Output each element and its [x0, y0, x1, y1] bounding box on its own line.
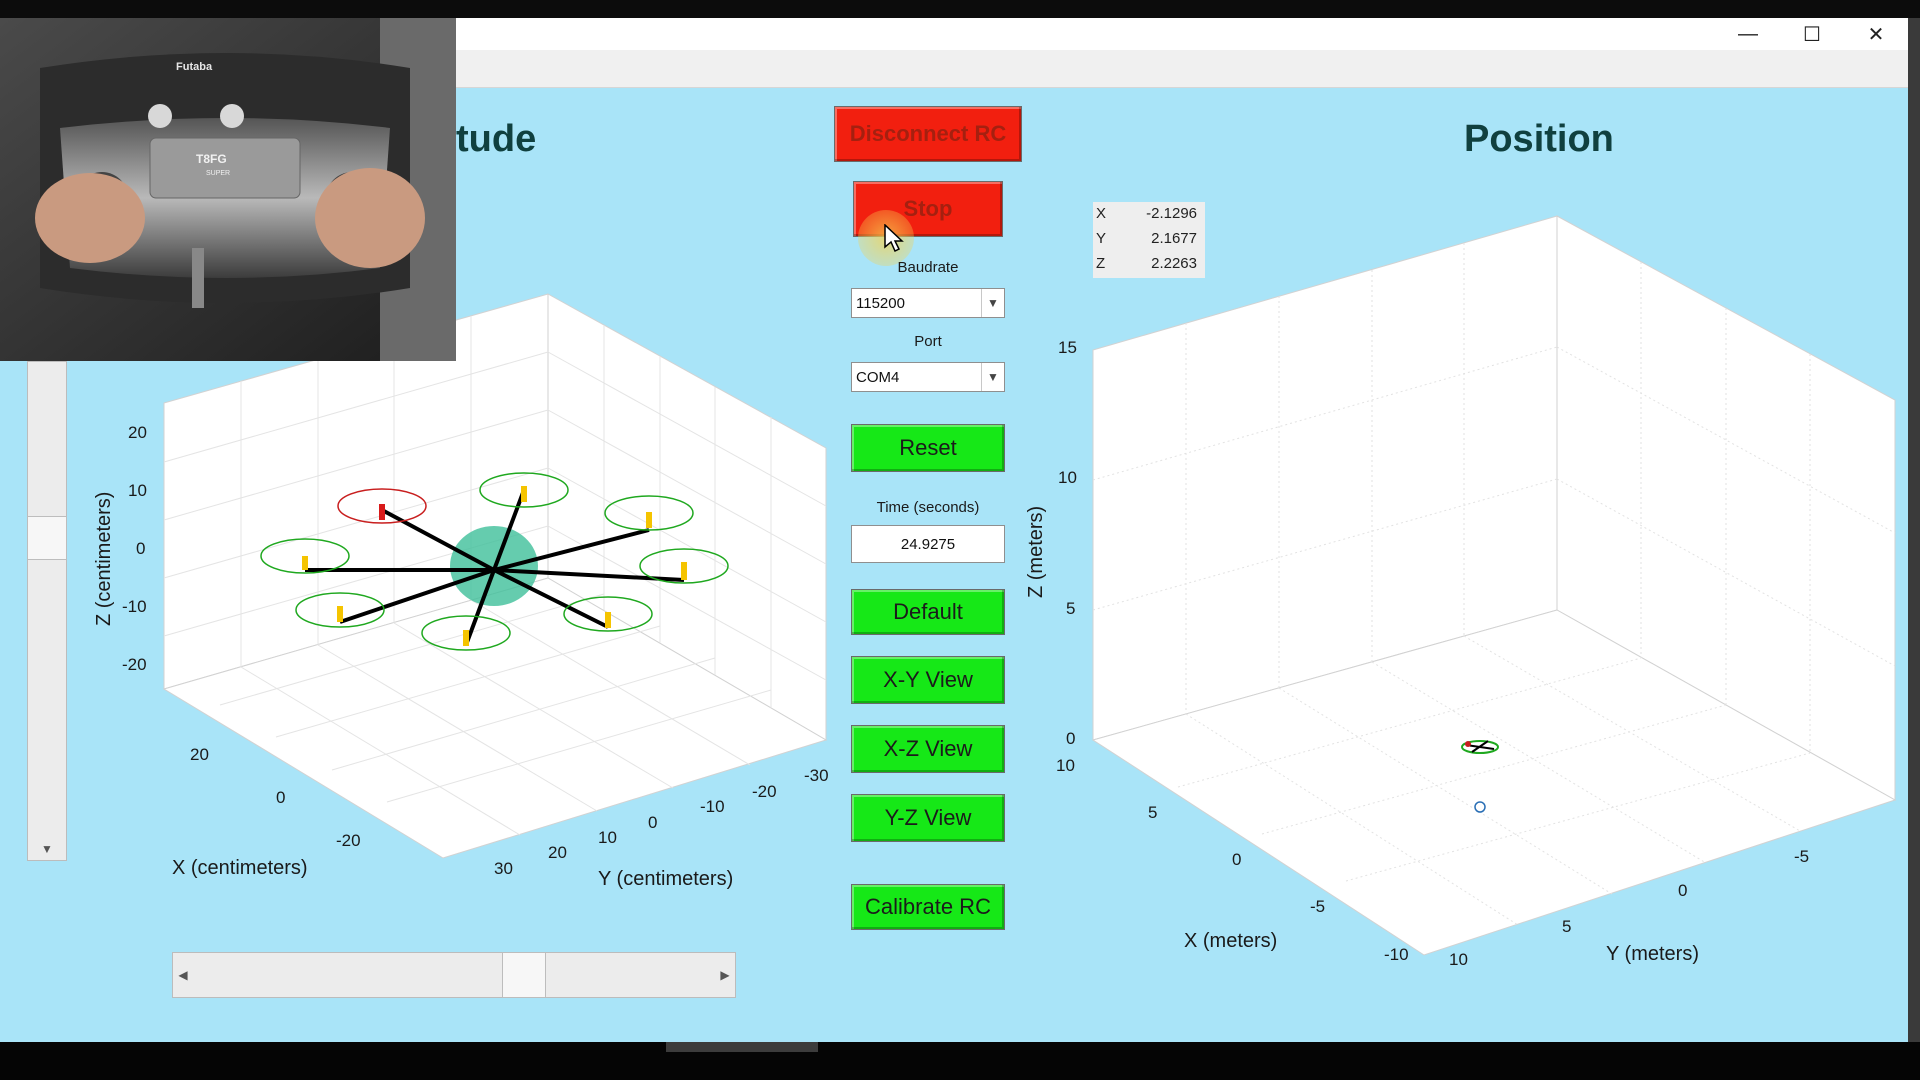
port-label: Port: [914, 333, 942, 350]
attitude-y-tick-20: 20: [548, 843, 567, 862]
position-z-tick-10: 10: [1058, 468, 1077, 487]
position-z-tick-5: 5: [1066, 599, 1075, 618]
xz-view-button[interactable]: X-Z View: [851, 725, 1005, 773]
attitude-y-tick-neg30: -30: [804, 766, 829, 785]
transmitter-sub: SUPER: [206, 170, 230, 177]
taskbar: [0, 1042, 1920, 1080]
webcam-overlay: Futaba T8FG SUPER: [0, 18, 456, 361]
position-y-tick-10: 10: [1449, 950, 1468, 969]
time-label: Time (seconds): [876, 499, 980, 516]
scroll-right-icon[interactable]: ▶: [714, 952, 736, 998]
mouse-cursor-icon: [884, 224, 904, 253]
vertical-slider[interactable]: [27, 361, 67, 861]
attitude-x-tick-20: 20: [190, 745, 209, 764]
readout-row-z: Z 2.2263: [1093, 255, 1205, 280]
attitude-z-tick-20: 20: [128, 423, 147, 442]
position-x-axis-label: X (meters): [1184, 930, 1277, 952]
position-y-tick-0: 0: [1678, 881, 1687, 900]
default-button[interactable]: Default: [851, 589, 1005, 635]
attitude-y-tick-30: 30: [494, 859, 513, 878]
attitude-y-axis-label: Y (centimeters): [598, 868, 733, 890]
attitude-z-tick-neg20: -20: [122, 655, 147, 674]
position-y-axis-label: Y (meters): [1606, 943, 1699, 965]
position-x-tick-neg5: -5: [1310, 897, 1325, 916]
port-select[interactable]: COM4 ▼: [851, 362, 1005, 392]
xy-view-button[interactable]: X-Y View: [851, 656, 1005, 704]
position-z-tick-0: 0: [1066, 729, 1075, 748]
readout-axis: Y: [1096, 230, 1107, 247]
position-title: Position: [1464, 118, 1614, 160]
position-y-tick-neg5: -5: [1794, 847, 1809, 866]
position-x-tick-5: 5: [1148, 803, 1157, 822]
position-readout: X -2.1296 Y 2.1677 Z 2.2263: [1093, 202, 1205, 278]
position-y-tick-5: 5: [1562, 917, 1571, 936]
readout-value: 2.2263: [1151, 255, 1197, 272]
attitude-z-tick-10: 10: [128, 481, 147, 500]
position-x-tick-10: 10: [1056, 756, 1075, 775]
attitude-z-tick-neg10: -10: [122, 597, 147, 616]
attitude-y-tick-10: 10: [598, 828, 617, 847]
yz-view-button[interactable]: Y-Z View: [851, 794, 1005, 842]
readout-value: 2.1677: [1151, 230, 1197, 247]
scroll-left-icon[interactable]: ◀: [172, 952, 194, 998]
readout-row-y: Y 2.1677: [1093, 230, 1205, 255]
position-x-tick-neg10: -10: [1384, 945, 1409, 964]
horizontal-slider[interactable]: [172, 952, 736, 998]
position-x-tick-0: 0: [1232, 850, 1241, 869]
chevron-down-icon[interactable]: ▼: [981, 363, 1004, 391]
attitude-y-tick-neg10: -10: [700, 797, 725, 816]
transmitter-brand: Futaba: [176, 61, 213, 73]
attitude-y-tick-neg20: -20: [752, 782, 777, 801]
calibrate-rc-button[interactable]: Calibrate RC: [851, 884, 1005, 930]
attitude-x-tick-0: 0: [276, 788, 285, 807]
disconnect-rc-button[interactable]: Disconnect RC: [834, 106, 1022, 162]
baudrate-value: 115200: [856, 294, 905, 312]
rc-transmitter-image: Futaba T8FG SUPER: [0, 18, 456, 361]
scroll-down-icon[interactable]: ▼: [27, 838, 67, 860]
time-field[interactable]: 24.9275: [851, 525, 1005, 563]
chevron-down-icon[interactable]: ▼: [981, 289, 1004, 317]
readout-axis: X: [1096, 205, 1107, 222]
attitude-x-tick-neg20: -20: [336, 831, 361, 850]
attitude-x-axis-label: X (centimeters): [172, 857, 308, 879]
attitude-z-tick-0: 0: [136, 539, 145, 558]
reset-button[interactable]: Reset: [851, 424, 1005, 472]
readout-value: -2.1296: [1146, 205, 1197, 222]
attitude-y-tick-0: 0: [648, 813, 657, 832]
taskbar-active-item[interactable]: [666, 1042, 818, 1052]
position-z-axis-label: Z (meters): [1025, 506, 1047, 598]
readout-axis: Z: [1096, 255, 1106, 272]
transmitter-model: T8FG: [196, 152, 227, 166]
port-value: COM4: [856, 368, 900, 386]
readout-row-x: X -2.1296: [1093, 205, 1205, 230]
vertical-slider-thumb[interactable]: [27, 516, 67, 560]
horizontal-slider-thumb[interactable]: [502, 952, 546, 998]
baudrate-select[interactable]: 115200 ▼: [851, 288, 1005, 318]
position-z-tick-15: 15: [1058, 338, 1077, 357]
baudrate-label: Baudrate: [897, 259, 959, 276]
attitude-z-axis-label: Z (centimeters): [93, 492, 115, 626]
